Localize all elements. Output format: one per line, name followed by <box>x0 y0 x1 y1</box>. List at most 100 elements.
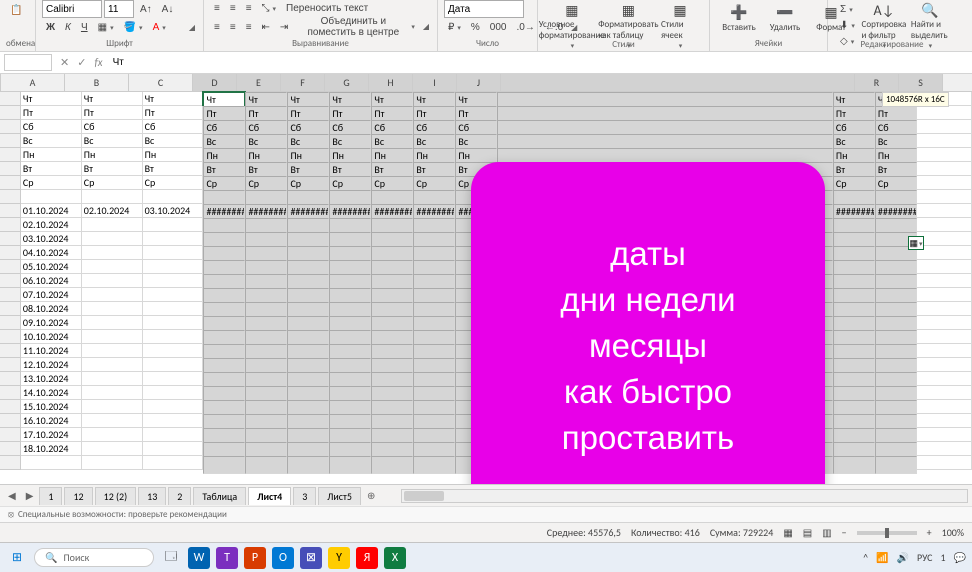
cell[interactable] <box>917 274 972 288</box>
increase-indent-button[interactable]: ⇥ <box>276 20 292 35</box>
column-header[interactable]: J <box>457 74 501 91</box>
row-header[interactable] <box>0 400 21 414</box>
row-header[interactable] <box>0 344 21 358</box>
cell[interactable] <box>82 190 143 204</box>
column-header[interactable]: F <box>281 74 325 91</box>
cell[interactable]: Вс <box>82 134 143 148</box>
cell[interactable] <box>143 316 204 330</box>
tray-wifi-icon[interactable]: 📶 <box>876 551 888 564</box>
cell[interactable]: Сб <box>21 120 82 134</box>
cell[interactable]: Вт <box>21 162 82 176</box>
enter-formula-icon[interactable]: ✓ <box>73 56 90 69</box>
cell[interactable] <box>82 316 143 330</box>
cell[interactable] <box>82 386 143 400</box>
column-header[interactable]: G <box>325 74 369 91</box>
cell[interactable] <box>21 190 82 204</box>
column-header[interactable]: C <box>129 74 193 91</box>
cell[interactable] <box>143 302 204 316</box>
cell[interactable] <box>82 260 143 274</box>
cell[interactable] <box>143 428 204 442</box>
cell[interactable] <box>143 246 204 260</box>
format-as-table-button[interactable]: ▦Форматировать как таблицу▾ <box>600 0 657 38</box>
cell[interactable] <box>143 218 204 232</box>
align-center-button[interactable]: ≡ <box>226 20 240 35</box>
row-header[interactable] <box>0 246 21 260</box>
bold-button[interactable]: Ж <box>42 20 59 35</box>
cell[interactable] <box>143 288 204 302</box>
cell[interactable] <box>143 400 204 414</box>
cell[interactable] <box>82 274 143 288</box>
cell[interactable] <box>82 428 143 442</box>
cell[interactable] <box>82 232 143 246</box>
row-header[interactable] <box>0 288 21 302</box>
cell[interactable] <box>21 456 82 470</box>
cell[interactable] <box>143 358 204 372</box>
view-layout-icon[interactable]: ▤ <box>803 526 812 539</box>
row-header[interactable] <box>0 372 21 386</box>
taskbar-app[interactable]: Я <box>356 547 378 569</box>
cell[interactable] <box>917 316 972 330</box>
cell[interactable]: Пн <box>21 148 82 162</box>
taskbar-excel[interactable]: X <box>384 547 406 569</box>
cell[interactable] <box>917 232 972 246</box>
cell[interactable] <box>917 288 972 302</box>
cell[interactable] <box>917 372 972 386</box>
cell[interactable]: Ср <box>82 176 143 190</box>
cell[interactable] <box>917 456 972 470</box>
conditional-formatting-button[interactable]: ▦Условное форматирование▾ <box>544 0 600 38</box>
cell[interactable] <box>917 176 972 190</box>
row-header[interactable] <box>0 358 21 372</box>
cell[interactable] <box>82 456 143 470</box>
number-format-select[interactable] <box>444 0 524 18</box>
cell[interactable] <box>82 344 143 358</box>
cell-styles-button[interactable]: ▦Стили ячеек▾ <box>657 0 703 38</box>
sheet-tab[interactable]: 13 <box>138 487 166 505</box>
decrease-font-button[interactable]: A↓ <box>158 2 178 17</box>
zoom-out-button[interactable]: − <box>842 526 847 539</box>
cell[interactable]: 11.10.2024 <box>21 344 82 358</box>
cell[interactable]: Пт <box>82 106 143 120</box>
cell[interactable] <box>82 400 143 414</box>
row-header[interactable] <box>0 92 21 106</box>
cell[interactable] <box>917 428 972 442</box>
row-header[interactable] <box>0 218 21 232</box>
cell[interactable] <box>875 456 917 474</box>
cell[interactable]: 16.10.2024 <box>21 414 82 428</box>
column-header[interactable]: S <box>899 74 943 91</box>
decrease-indent-button[interactable]: ⇤ <box>258 20 274 35</box>
cell[interactable] <box>917 344 972 358</box>
sheet-tab[interactable]: 1 <box>39 487 62 505</box>
font-size-select[interactable] <box>104 0 134 18</box>
cell[interactable]: 09.10.2024 <box>21 316 82 330</box>
cell[interactable]: 07.10.2024 <box>21 288 82 302</box>
sort-filter-button[interactable]: A↓Сортировка и фильтр▾ <box>861 0 907 38</box>
cell[interactable] <box>917 162 972 176</box>
italic-button[interactable]: К <box>61 20 75 35</box>
cell[interactable]: 12.10.2024 <box>21 358 82 372</box>
cell[interactable]: 13.10.2024 <box>21 372 82 386</box>
column-header[interactable]: E <box>237 74 281 91</box>
column-header[interactable]: R <box>855 74 899 91</box>
cell[interactable]: Ср <box>21 176 82 190</box>
underline-button[interactable]: Ч <box>77 20 92 35</box>
sheet-tab[interactable]: 3 <box>293 487 316 505</box>
add-sheet-button[interactable]: ⊕ <box>363 489 379 502</box>
cell[interactable] <box>329 456 371 474</box>
cell[interactable] <box>143 344 204 358</box>
sheet-tab[interactable]: Лист4 <box>248 487 291 505</box>
cell[interactable] <box>245 456 287 474</box>
cell[interactable]: 02.10.2024 <box>82 204 143 218</box>
row-header[interactable] <box>0 274 21 288</box>
cell[interactable] <box>82 442 143 456</box>
row-header[interactable] <box>0 190 21 204</box>
cell[interactable] <box>143 414 204 428</box>
cell[interactable] <box>917 260 972 274</box>
sheet-tab[interactable]: Таблица <box>193 487 246 505</box>
align-middle-button[interactable]: ≡ <box>226 1 240 16</box>
tab-nav-next[interactable]: ▶ <box>22 489 38 502</box>
row-header[interactable] <box>0 302 21 316</box>
taskbar-app[interactable]: Y <box>328 547 350 569</box>
cell[interactable] <box>143 190 204 204</box>
row-header[interactable] <box>0 414 21 428</box>
orientation-button[interactable]: ⤡▾ <box>258 1 281 16</box>
